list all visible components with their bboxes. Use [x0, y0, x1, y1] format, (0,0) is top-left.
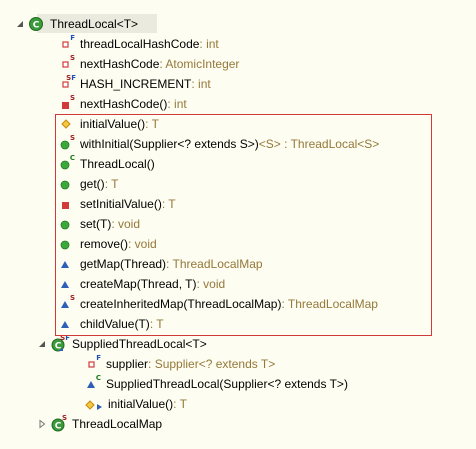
svg-text:C: C	[33, 21, 40, 31]
collapse-arrow-icon[interactable]	[34, 334, 50, 354]
member-name: HASH_INCREMENT	[80, 77, 192, 91]
tree-node-suppliedthreadlocal[interactable]: C SF SuppliedThreadLocal<T>	[34, 334, 207, 354]
static-final-overlay-icon: SF	[60, 334, 70, 342]
svg-text:C: C	[55, 422, 62, 432]
tree-node-threadlocal[interactable]: C ThreadLocal<T>	[12, 14, 138, 34]
private-final-field-icon: F	[84, 354, 101, 372]
private-field-icon: F	[58, 34, 75, 52]
final-overlay-icon: F	[96, 354, 101, 362]
member-type: : int	[199, 37, 219, 51]
static-overlay-icon: S	[69, 94, 75, 102]
member-type: : int	[191, 77, 211, 91]
member-name: initialValue()	[108, 397, 174, 411]
static-overlay-icon: S	[61, 414, 67, 422]
member-name: SuppliedThreadLocal(Supplier<? extends T…	[106, 377, 348, 391]
static-class-icon: C S	[50, 414, 67, 432]
member-nexthashcode-method[interactable]: S nextHashCode() : int	[58, 94, 187, 114]
member-type: : AtomicInteger	[159, 57, 240, 71]
class-name-label: ThreadLocal<T>	[50, 17, 139, 31]
static-final-overlay-icon: SF	[66, 74, 76, 82]
static-overlay-icon: S	[69, 54, 75, 62]
member-name: nextHashCode	[80, 57, 160, 71]
package-constructor-icon: C	[84, 374, 101, 392]
static-final-class-icon: C SF	[50, 335, 70, 352]
class-icon: C	[28, 16, 44, 32]
class-name-label: ThreadLocalMap	[72, 417, 163, 431]
private-static-field-icon: S	[58, 54, 75, 72]
outline-tree: C ThreadLocal<T> F threadLocalHashCode :…	[0, 0, 476, 449]
final-overlay-icon: F	[70, 34, 75, 42]
constructor-overlay-icon: C	[95, 374, 101, 382]
collapse-arrow-icon[interactable]	[12, 14, 28, 34]
expand-arrow-icon[interactable]	[34, 414, 50, 434]
highlight-box	[55, 114, 432, 336]
member-type: : Supplier<? extends T>	[148, 357, 276, 371]
protected-override-method-icon	[84, 396, 104, 412]
member-supplier[interactable]: F supplier : Supplier<? extends T>	[84, 354, 275, 374]
private-static-final-field-icon: SF	[58, 74, 76, 92]
member-name: threadLocalHashCode	[80, 37, 200, 51]
member-nexthashcode-field[interactable]: S nextHashCode : AtomicInteger	[58, 54, 239, 74]
member-name: nextHashCode()	[80, 97, 168, 111]
tree-node-threadlocalmap[interactable]: C S ThreadLocalMap	[34, 414, 162, 434]
member-type: : T	[173, 397, 187, 411]
member-threadlocalhashcode[interactable]: F threadLocalHashCode : int	[58, 34, 219, 54]
member-suppliedthreadlocal-constructor[interactable]: C SuppliedThreadLocal(Supplier<? extends…	[84, 374, 348, 394]
member-name: supplier	[106, 357, 149, 371]
member-type: : int	[167, 97, 187, 111]
member-hash-increment[interactable]: SF HASH_INCREMENT : int	[58, 74, 211, 94]
private-static-method-icon: S	[58, 94, 75, 112]
member-supplied-initialvalue[interactable]: initialValue() : T	[84, 394, 187, 414]
class-name-label: SuppliedThreadLocal<T>	[72, 337, 207, 351]
